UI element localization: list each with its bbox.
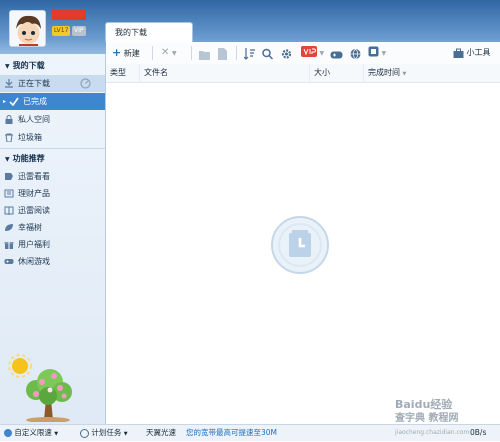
list-header: 类型 文件名 大小 完成时间 ▼ xyxy=(106,64,500,83)
watermark-baidu: Baidu经验 xyxy=(395,398,453,411)
tianyi-promo-link[interactable]: 您的宽带最高可提速至30M xyxy=(186,425,277,441)
column-header-filename[interactable]: 文件名 xyxy=(140,64,310,82)
sort-icon[interactable] xyxy=(244,46,255,62)
section-features[interactable]: ▼ 功能推荐 xyxy=(0,151,105,166)
video-icon xyxy=(5,173,13,180)
column-header-label: 完成时间 xyxy=(368,68,400,77)
speed-dial-icon xyxy=(80,78,91,89)
sidebar-item-label: 休闲游戏 xyxy=(18,257,50,266)
new-task-button[interactable]: + 新建 xyxy=(112,45,140,61)
speed-limit-label: 自定义限速 xyxy=(14,428,52,437)
sidebar-item-happy-tree[interactable]: 幸福树 xyxy=(0,219,105,236)
toolbar: + 新建 ✕ ▼ ▼ ▼ 小工具 xyxy=(106,42,500,65)
finance-icon xyxy=(4,189,14,198)
watermark-url: jiaocheng.chazidian.com xyxy=(395,429,470,436)
gamepad-icon[interactable] xyxy=(330,47,343,63)
collapse-arrow-icon: ▼ xyxy=(5,63,10,70)
folder-icon[interactable] xyxy=(199,47,210,63)
sidebar-item-label: 私人空间 xyxy=(18,115,50,124)
divider xyxy=(236,46,237,60)
scheduled-tasks-button[interactable]: 计划任务 ▼ xyxy=(80,425,128,442)
section-title: 我的下载 xyxy=(12,61,45,70)
chevron-down-icon: ▼ xyxy=(54,431,59,437)
skin-menu-button[interactable]: ▼ xyxy=(368,46,386,62)
sidebar: ▼ 我的下载 正在下载 ▸ 已完成 私人空间 垃圾箱 ▼ 功能推荐 迅雷看看 理财产… xyxy=(0,54,106,424)
avatar[interactable] xyxy=(9,10,46,47)
selected-arrow-icon: ▸ xyxy=(3,98,7,105)
tools-label: 小工具 xyxy=(466,48,491,57)
sidebar-item-user-benefits[interactable]: 用户福利 xyxy=(0,236,105,253)
toolbox-icon xyxy=(453,48,464,58)
checkmark-icon xyxy=(9,97,19,106)
empty-list-clock-icon xyxy=(271,216,329,274)
sidebar-item-label: 迅雷阅读 xyxy=(18,206,50,215)
sidebar-item-label: 迅雷看看 xyxy=(18,172,50,181)
tab-my-downloads[interactable]: 我的下载 xyxy=(105,22,193,42)
level-badge: LV17 xyxy=(52,26,71,36)
sidebar-item-reading[interactable]: 迅雷阅读 xyxy=(0,202,105,219)
divider xyxy=(191,46,192,60)
gear-icon[interactable] xyxy=(281,46,292,62)
chevron-down-icon: ▼ xyxy=(402,71,407,77)
gift-icon xyxy=(4,242,14,249)
sidebar-item-completed[interactable]: ▸ 已完成 xyxy=(0,93,105,110)
delete-icon: ✕ xyxy=(161,47,170,58)
divider xyxy=(0,148,105,149)
chevron-down-icon: ▼ xyxy=(171,50,177,57)
gamepad-icon xyxy=(4,259,14,264)
divider xyxy=(152,46,153,60)
sidebar-item-label: 正在下载 xyxy=(18,79,50,88)
sidebar-item-trash[interactable]: 垃圾箱 xyxy=(0,129,105,146)
sidebar-item-label: 已完成 xyxy=(23,97,47,106)
search-icon[interactable] xyxy=(262,46,273,62)
watermark: Baidu经验 查字典 教程网 jiaocheng.chazidian.com xyxy=(395,398,500,436)
column-header-completed-time[interactable]: 完成时间 ▼ xyxy=(364,64,500,82)
download-icon xyxy=(5,79,13,88)
column-header-type[interactable]: 类型 xyxy=(106,64,140,82)
chevron-down-icon: ▼ xyxy=(381,50,387,57)
watermark-title: 查字典 教程网 xyxy=(395,413,459,424)
vip-icon xyxy=(301,46,317,57)
sidebar-item-label: 用户福利 xyxy=(18,240,50,249)
sidebar-item-downloading[interactable]: 正在下载 xyxy=(0,75,105,92)
happy-tree-illustration[interactable] xyxy=(6,354,94,422)
speed-limit-button[interactable]: 自定义限速 ▼ xyxy=(4,425,58,442)
sidebar-item-private-space[interactable]: 私人空间 xyxy=(0,111,105,128)
sidebar-item-xunlei-kankan[interactable]: 迅雷看看 xyxy=(0,168,105,185)
vip-badge[interactable]: VIP xyxy=(72,26,86,36)
scheduled-tasks-label: 计划任务 xyxy=(91,428,122,437)
vip-menu-button[interactable]: ▼ xyxy=(301,46,324,62)
username-redacted xyxy=(52,9,86,20)
new-task-label: 新建 xyxy=(123,49,140,58)
globe-icon[interactable] xyxy=(350,46,361,62)
sidebar-item-finance[interactable]: 理财产品 xyxy=(0,185,105,202)
chevron-down-icon: ▼ xyxy=(319,50,325,57)
section-title: 功能推荐 xyxy=(12,154,45,163)
sidebar-item-casual-games[interactable]: 休闲游戏 xyxy=(0,253,105,270)
file-icon[interactable] xyxy=(218,46,227,62)
sidebar-item-label: 幸福树 xyxy=(18,223,42,232)
leaf-icon xyxy=(5,224,13,231)
speed-icon xyxy=(4,429,12,437)
collapse-arrow-icon: ▼ xyxy=(5,156,10,163)
skin-icon xyxy=(368,46,379,57)
section-my-downloads[interactable]: ▼ 我的下载 xyxy=(0,58,105,73)
column-header-size[interactable]: 大小 xyxy=(310,64,364,82)
clock-icon xyxy=(80,428,89,438)
lock-icon xyxy=(5,115,13,124)
delete-button[interactable]: ✕ ▼ xyxy=(161,45,177,61)
sidebar-item-label: 理财产品 xyxy=(18,189,50,198)
tianyi-label: 天翼光速 xyxy=(146,428,176,437)
promo-link-text: 您的宽带最高可提速至30M xyxy=(186,428,278,437)
sidebar-item-label: 垃圾箱 xyxy=(18,133,42,142)
book-icon xyxy=(4,206,14,215)
trash-icon xyxy=(5,133,13,142)
chevron-down-icon: ▼ xyxy=(123,431,128,437)
plus-icon: + xyxy=(112,46,122,59)
tools-button[interactable]: 小工具 xyxy=(453,45,491,61)
